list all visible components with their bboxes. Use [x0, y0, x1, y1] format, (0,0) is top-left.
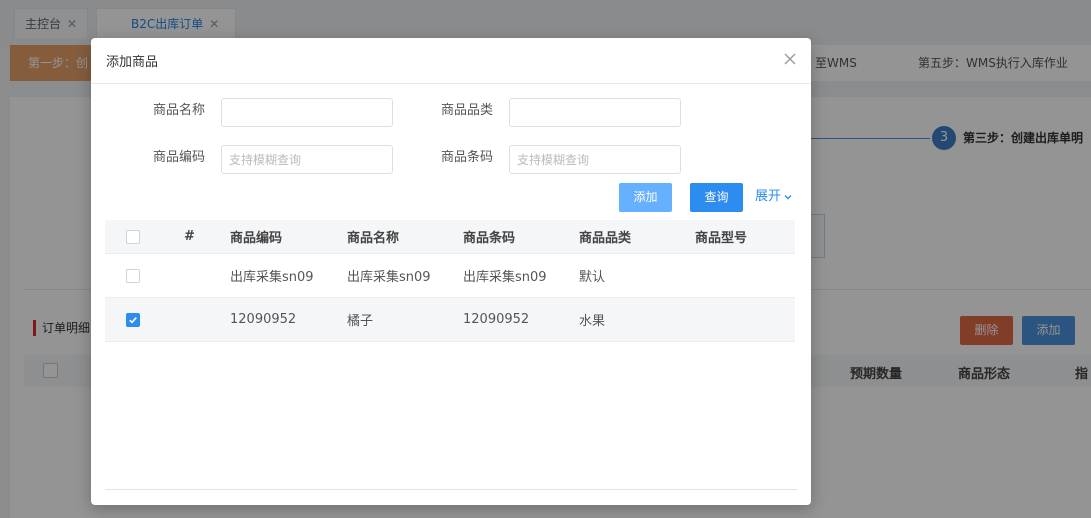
column-header-name: 商品名称 — [347, 231, 400, 246]
column-header-barcode: 商品条码 — [463, 231, 516, 246]
expand-label: 展开 — [755, 189, 782, 204]
add-product-dialog: 添加商品 商品名称 商品品类 商品编码 商品条码 添加 查询 展开 # 商品编码… — [91, 38, 811, 505]
add-button[interactable]: 添加 — [619, 183, 672, 212]
select-all-cell — [126, 220, 140, 253]
check-icon — [129, 316, 137, 323]
product-code-label: 商品编码 — [153, 150, 206, 165]
select-all-checkbox[interactable] — [126, 229, 140, 244]
dialog-header: 添加商品 — [91, 38, 811, 84]
query-button[interactable]: 查询 — [690, 183, 743, 212]
column-header-model: 商品型号 — [695, 231, 748, 246]
product-category-cell: 水果 — [579, 314, 606, 329]
table-row[interactable]: 12090952 橘子 12090952 水果 — [105, 298, 795, 342]
product-name-cell: 橘子 — [347, 314, 374, 329]
table-bottom-border — [105, 489, 797, 490]
expand-toggle[interactable]: 展开 — [755, 187, 793, 207]
chevron-down-icon — [784, 194, 792, 199]
product-barcode-input[interactable] — [509, 145, 681, 174]
close-icon[interactable] — [781, 50, 799, 68]
product-barcode-label: 商品条码 — [441, 150, 494, 165]
table-row[interactable]: 出库采集sn09 出库采集sn09 出库采集sn09 默认 — [105, 254, 795, 298]
column-header-category: 商品品类 — [579, 231, 632, 246]
product-code-cell: 12090952 — [230, 312, 297, 327]
table-header: # 商品编码 商品名称 商品条码 商品品类 商品型号 — [105, 220, 795, 254]
product-barcode-cell: 出库采集sn09 — [463, 270, 547, 285]
product-code-input[interactable] — [221, 145, 393, 174]
product-category-label: 商品品类 — [441, 103, 494, 118]
product-name-input[interactable] — [221, 98, 393, 127]
product-category-input[interactable] — [509, 98, 681, 127]
product-name-cell: 出库采集sn09 — [347, 270, 431, 285]
product-name-label: 商品名称 — [153, 103, 206, 118]
column-header-index: # — [184, 229, 195, 244]
row-checkbox-checked[interactable] — [126, 312, 140, 327]
column-header-code: 商品编码 — [230, 231, 283, 246]
product-barcode-cell: 12090952 — [463, 312, 530, 327]
row-select-cell — [126, 298, 140, 341]
dialog-title: 添加商品 — [106, 55, 159, 70]
row-select-cell — [126, 254, 140, 297]
row-checkbox[interactable] — [126, 268, 140, 283]
product-category-cell: 默认 — [579, 270, 606, 285]
product-code-cell: 出库采集sn09 — [230, 270, 314, 285]
